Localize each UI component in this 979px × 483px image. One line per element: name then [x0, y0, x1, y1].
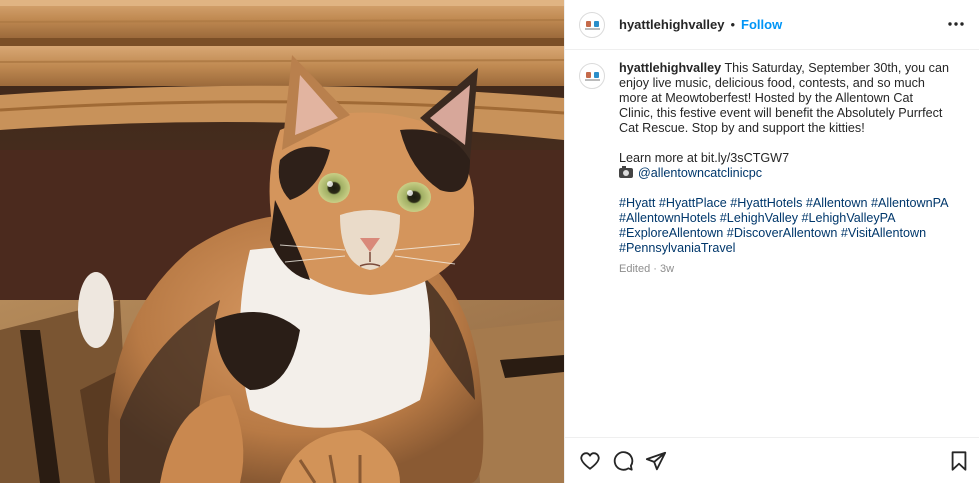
hashtags-line-4[interactable]: #PennsylvaniaTravel [619, 241, 949, 256]
caption-paragraph: hyattlehighvalley This Saturday, Septemb… [619, 61, 949, 136]
username-link[interactable]: hyattlehighvalley [619, 17, 724, 32]
share-icon[interactable] [645, 450, 667, 472]
heart-icon[interactable] [579, 450, 601, 472]
calico-cat-photo [0, 0, 564, 483]
hashtags-line-2[interactable]: #AllentownHotels #LehighValley #LehighVa… [619, 211, 949, 226]
more-horizontal-icon[interactable] [946, 14, 966, 34]
follow-button[interactable]: Follow [741, 17, 782, 32]
action-bar [565, 437, 979, 483]
mention-link[interactable]: @allentowncatclinicpc [638, 166, 762, 180]
separator-dot: • [730, 17, 736, 32]
bookmark-icon[interactable] [948, 450, 970, 472]
instagram-post: hyattlehighvalley • Follow hyattlehighva… [0, 0, 979, 483]
edited-timestamp: Edited · 3w [619, 263, 675, 275]
comment-icon[interactable] [612, 450, 634, 472]
post-photo[interactable] [0, 0, 564, 483]
caption-username-link[interactable]: hyattlehighvalley [619, 61, 721, 75]
caption-body: hyattlehighvalley This Saturday, Septemb… [619, 61, 949, 277]
post-side-panel: hyattlehighvalley • Follow hyattlehighva… [564, 0, 979, 483]
camera-emoji-icon [619, 166, 633, 178]
hashtags-line-3[interactable]: #ExploreAllentown #DiscoverAllentown #Vi… [619, 226, 949, 241]
learn-more-text: Learn more at bit.ly/3sCTGW7 [619, 151, 790, 165]
caption-avatar[interactable] [579, 63, 605, 89]
avatar[interactable] [579, 11, 605, 38]
mention-line: @allentowncatclinicpc [619, 166, 949, 181]
post-caption: hyattlehighvalley This Saturday, Septemb… [579, 61, 969, 277]
post-header: hyattlehighvalley • Follow [565, 0, 979, 50]
hashtags-line-1[interactable]: #Hyatt #HyattPlace #HyattHotels #Allento… [619, 196, 949, 211]
